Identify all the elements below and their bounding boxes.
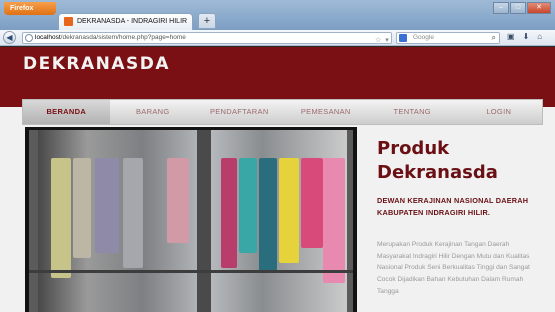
home-icon[interactable]: ⌂ [537,32,542,41]
side-title: Produk Dekranasda [377,138,498,183]
side-body-text: Merupakan Produk Kerajinan Tangan Daerah… [377,241,530,295]
url-bar[interactable]: localhost/dekranasda/sistem/home.php?pag… [22,32,392,44]
back-arrow-icon[interactable]: ◀ [3,31,16,44]
product-photo [29,130,353,312]
browser-tab[interactable]: DEKRANASDA - INDRAGIRI HILIR [58,13,193,30]
search-placeholder: Google [413,34,434,41]
download-icon[interactable]: ⬇ [523,32,530,41]
main-menu: BERANDA BARANG PENDAFTARAN PEMESANAN TEN… [22,99,543,125]
close-icon[interactable]: ✕ [527,2,551,14]
url-path: /dekranasda/sistem/home.php?page=home [60,34,186,41]
url-host: localhost [35,34,61,41]
bookmarks-icon[interactable]: ▣ [507,32,515,41]
toolbar-icons: ▣ ⬇ ⌂ [507,32,542,41]
minimize-icon[interactable]: – [493,2,509,14]
new-tab-button[interactable]: + [198,13,216,29]
search-input[interactable]: Google ⌕ [396,32,500,44]
google-icon [399,34,407,42]
tab-title: DEKRANASDA - INDRAGIRI HILIR [77,18,188,25]
reload-icon[interactable]: ☆ ▾ C [375,36,391,43]
menu-item-beranda[interactable]: BERANDA [23,100,110,124]
maximize-icon[interactable]: □ [510,2,526,14]
menu-item-login[interactable]: LOGIN [456,100,543,124]
menu-item-barang[interactable]: BARANG [110,100,197,124]
favicon-icon [64,17,73,26]
site-header: DEKRANASDA [0,47,555,107]
product-intro-panel: Produk Dekranasda DEWAN KERAJINAN NASION… [365,127,547,312]
firefox-menu-button[interactable]: Firefox [4,2,56,15]
search-icon[interactable]: ⌕ [492,33,496,43]
browser-titlebar: Firefox DEKRANASDA - INDRAGIRI HILIR + –… [0,0,555,30]
web-page: DEKRANASDA BERANDA BARANG PENDAFTARAN PE… [0,47,555,312]
browser-navbar: ◀ localhost/dekranasda/sistem/home.php?p… [0,30,555,46]
side-subtitle: DEWAN KERAJINAN NASIONAL DAERAH KABUPATE… [377,196,529,217]
menu-item-pendaftaran[interactable]: PENDAFTARAN [196,100,283,124]
menu-item-pemesanan[interactable]: PEMESANAN [283,100,370,124]
menu-item-tentang[interactable]: TENTANG [369,100,456,124]
product-photo-slider[interactable] [25,127,357,312]
window-controls: – □ ✕ [493,2,551,14]
globe-icon [25,34,33,42]
site-brand[interactable]: DEKRANASDA [23,54,170,74]
